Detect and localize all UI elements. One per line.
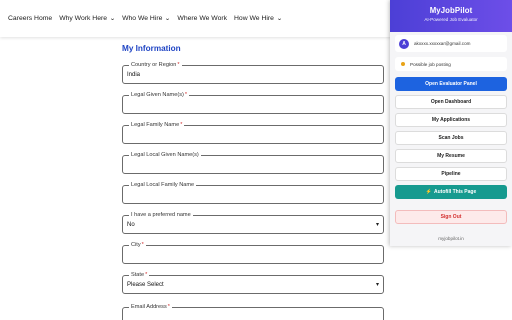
field-label: Legal Local Family Name [131, 182, 195, 188]
dropdown-arrow-icon: ▾ [375, 282, 379, 288]
field-value: No [127, 222, 135, 228]
required-marker: * [177, 62, 180, 68]
avatar: A [399, 38, 409, 49]
status-text: Possible job posting [410, 61, 451, 67]
nav-why-work-here[interactable]: Why Work Here ⌄ [59, 15, 115, 22]
field-value: India [127, 72, 141, 78]
required-marker: * [180, 122, 183, 128]
open-dashboard-button[interactable]: Open Dashboard [395, 95, 507, 109]
required-marker: * [184, 92, 188, 98]
field-label: Email Address [131, 304, 167, 310]
nav-how-we-hire[interactable]: How We Hire ⌄ [234, 15, 282, 22]
nav-label: Who We Hire [122, 15, 163, 22]
legal-local-family-name-field[interactable]: Legal Local Family Name [122, 181, 384, 204]
user-email: akxxxx.xxxxxar@gmail.com [414, 41, 471, 46]
required-marker: * [167, 304, 170, 310]
field-label: Legal Local Given Name(s) [131, 152, 199, 158]
field-value: Please Select [127, 282, 164, 288]
open-evaluator-button[interactable]: Open Evaluator Panel [395, 77, 507, 91]
field-label: State [131, 272, 145, 278]
chevron-down-icon: ⌄ [109, 16, 116, 22]
dropdown-arrow-icon: ▾ [375, 222, 379, 228]
city-field[interactable]: City* [122, 241, 384, 264]
nav-label: How We Hire [234, 15, 274, 22]
panel-subtitle: AI-Powered Job Evaluator [424, 17, 478, 22]
field-label: Legal Family Name [131, 122, 180, 128]
my-applications-button[interactable]: My Applications [395, 113, 507, 127]
my-information-form: My Information Country or Region* India … [122, 44, 384, 320]
nav-careers-home[interactable]: Careers Home [8, 15, 52, 22]
nav-label: Why Work Here [59, 15, 108, 22]
autofill-button[interactable]: ⚡ Autofill This Page [395, 185, 507, 199]
myjobpilot-extension-panel: MyJobPilot AI-Powered Job Evaluator A ak… [390, 0, 512, 246]
panel-title: MyJobPilot [429, 6, 473, 15]
state-select[interactable]: State* Please Select ▾ [122, 271, 384, 294]
lightning-icon: ⚡ [425, 189, 432, 195]
required-marker: * [141, 242, 144, 248]
section-title: My Information [122, 44, 181, 53]
legal-given-name-field[interactable]: Legal Given Name(s)* [122, 91, 384, 114]
preferred-name-select[interactable]: I have a preferred name No ▾ [122, 211, 384, 234]
chevron-down-icon: ⌄ [164, 16, 171, 22]
nav-who-we-hire[interactable]: Who We Hire ⌄ [122, 15, 171, 22]
scan-jobs-button[interactable]: Scan Jobs [395, 131, 507, 145]
autofill-label: Autofill This Page [434, 189, 477, 195]
sign-out-button[interactable]: Sign Out [395, 210, 507, 224]
job-status-row: Possible job posting [395, 57, 507, 71]
legal-family-name-field[interactable]: Legal Family Name* [122, 121, 384, 144]
country-region-field[interactable]: Country or Region* India [122, 61, 384, 84]
chevron-down-icon: ⌄ [276, 16, 283, 22]
required-marker: * [145, 272, 148, 278]
panel-header: MyJobPilot AI-Powered Job Evaluator [390, 0, 512, 32]
status-dot-icon [401, 62, 405, 66]
user-account-row: A akxxxx.xxxxxar@gmail.com [395, 35, 507, 52]
field-label: Legal Given Name(s) [131, 92, 184, 98]
nav-label: Careers Home [8, 15, 53, 22]
field-label: City [131, 242, 141, 248]
nav-label: Where We Work [177, 15, 228, 22]
panel-footer-link[interactable]: myjobpilot.in [390, 236, 512, 241]
legal-local-given-name-field[interactable]: Legal Local Given Name(s) [122, 151, 384, 174]
pipeline-button[interactable]: Pipeline [395, 167, 507, 181]
my-resume-button[interactable]: My Resume [395, 149, 507, 163]
field-label: Country or Region [131, 62, 177, 68]
nav-where-we-work[interactable]: Where We Work [177, 15, 227, 22]
email-address-field[interactable]: Email Address* [122, 303, 384, 320]
field-label: I have a preferred name [131, 212, 191, 218]
